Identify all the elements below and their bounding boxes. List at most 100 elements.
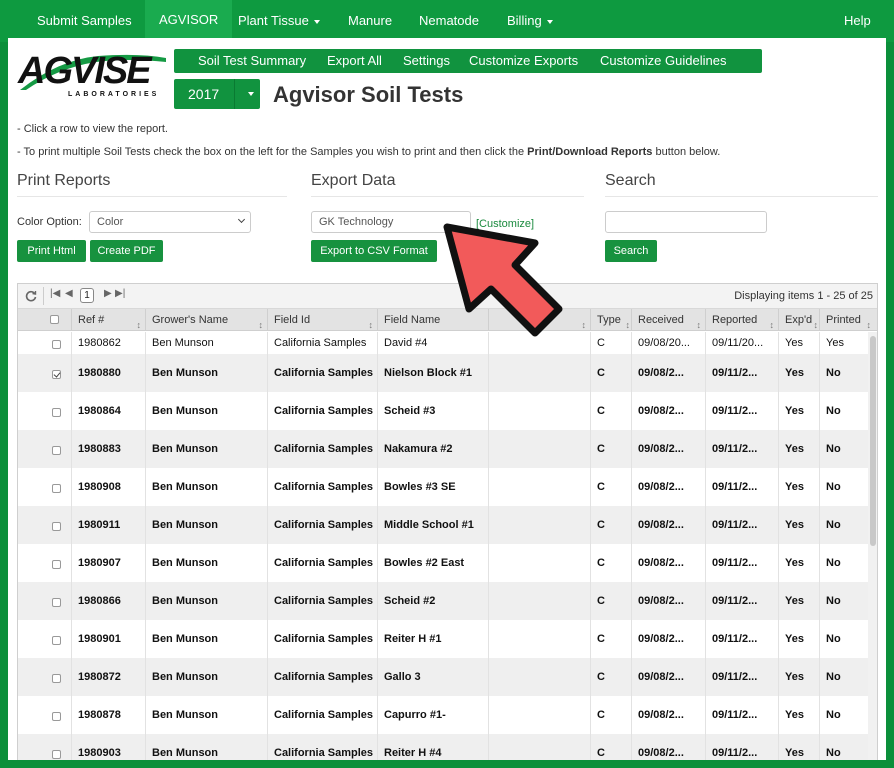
create-pdf-button[interactable]: Create PDF [90,240,163,262]
cell-empty [488,506,590,544]
row-checkbox[interactable] [52,407,61,417]
nav-manure[interactable]: Manure [348,0,392,42]
cell-empty [488,430,590,468]
row-checkbox[interactable] [52,521,61,531]
row-checkbox[interactable] [52,369,61,379]
table-row[interactable]: 1980911 Ben Munson California Samples Middl… [18,506,868,544]
next-page-icon[interactable]: ▶ [104,288,112,299]
cell-field-id: California Samples [267,696,377,734]
col-reported[interactable]: Reported ↕ [705,309,778,331]
sort-icon[interactable]: ↕ [137,314,142,331]
table-row[interactable]: 1980908 Ben Munson California Samples Bowle… [18,468,868,506]
cell-field-name: Middle School #1 [377,506,488,544]
nav-plant-tissue[interactable]: Plant Tissue [238,0,320,42]
subnav-soil-test-summary[interactable]: Soil Test Summary [198,49,306,73]
cell-type: C [590,506,631,544]
first-page-icon[interactable]: |◀ [50,288,60,299]
nav-agvisor[interactable]: AGVISOR [145,0,233,42]
subnav-export-all[interactable]: Export All [327,49,382,73]
row-checkbox[interactable] [52,559,61,569]
sort-icon[interactable]: ↕ [814,314,819,331]
table-row[interactable]: 1980883 Ben Munson California Samples Nakam… [18,430,868,468]
sort-icon[interactable]: ↕ [369,314,374,331]
export-csv-button[interactable]: Export to CSV Format [311,240,437,262]
print-html-button[interactable]: Print Html [17,240,86,262]
sort-icon[interactable]: ↕ [867,314,872,331]
scrollbar-thumb[interactable] [870,336,876,546]
table-row[interactable]: 1980901 Ben Munson California Samples Reite… [18,620,868,658]
cell-reported: 09/11/2... [705,620,778,658]
instruction-line-1: - Click a row to view the report. [17,123,168,135]
row-checkbox[interactable] [52,673,61,683]
cell-exported: Yes [778,620,819,658]
row-checkbox[interactable] [52,445,61,455]
chevron-down-icon[interactable] [248,92,254,96]
nav-billing[interactable]: Billing [507,0,553,42]
subnav-customize-exports[interactable]: Customize Exports [469,49,578,73]
cell-received: 09/08/2... [631,734,705,760]
col-field-id[interactable]: Field Id ↕ [267,309,377,331]
col-printed[interactable]: Printed ↕ [819,309,877,331]
cell-printed: No [819,430,868,468]
cell-reported: 09/11/2... [705,734,778,760]
cell-received: 09/08/2... [631,696,705,734]
row-checkbox[interactable] [52,635,61,645]
search-button[interactable]: Search [605,240,657,262]
col-ref[interactable]: Ref # ↕ [71,309,145,331]
instruction-text: - To print multiple Soil Tests check the… [17,146,528,158]
row-select-cell [18,658,71,696]
cell-field-name: Gallo 3 [377,658,488,696]
sort-icon[interactable]: ↕ [582,314,587,331]
cell-field-name: Bowles #2 East [377,544,488,582]
cell-received: 09/08/2... [631,354,705,392]
page-number-input[interactable]: 1 [80,288,94,303]
subnav-settings[interactable]: Settings [403,49,450,73]
table-row[interactable]: 1980878 Ben Munson California Samples Capur… [18,696,868,734]
cell-type: C [590,696,631,734]
row-select-cell [18,734,71,760]
sort-icon[interactable]: ↕ [770,314,775,331]
logo-wordmark: AGVISE [18,50,152,92]
row-checkbox[interactable] [52,339,61,349]
sort-icon[interactable]: ↕ [259,314,264,331]
select-all-checkbox[interactable] [50,315,59,324]
sort-icon[interactable]: ↕ [697,314,702,331]
year-selector[interactable]: 2017 [174,79,260,109]
table-row[interactable]: 1980872 Ben Munson California Samples Gallo… [18,658,868,696]
row-checkbox[interactable] [52,483,61,493]
table-row[interactable]: 1980907 Ben Munson California Samples Bowle… [18,544,868,582]
col-grower[interactable]: Grower's Name ↕ [145,309,267,331]
row-checkbox[interactable] [52,711,61,721]
cell-exported: Yes [778,430,819,468]
table-row[interactable]: 1980880 Ben Munson California Samples Niels… [18,354,868,392]
agvise-logo: AGVISE LABORATORIES [18,50,166,102]
cell-field-name: Scheid #2 [377,582,488,620]
row-checkbox[interactable] [52,749,61,759]
table-row[interactable]: 1980864 Ben Munson California Samples Schei… [18,392,868,430]
cell-grower: Ben Munson [145,506,267,544]
cell-printed: No [819,506,868,544]
cell-reported: 09/11/2... [705,468,778,506]
col-type[interactable]: Type ↕ [590,309,631,331]
nav-submit-samples[interactable]: Submit Samples [37,0,132,42]
col-exported[interactable]: Exp'd ↕ [778,309,819,331]
row-checkbox[interactable] [52,597,61,607]
prev-page-icon[interactable]: ◀ [65,288,73,299]
grid-scrollbar[interactable] [868,332,877,760]
sort-icon[interactable]: ↕ [626,314,631,331]
cell-received: 09/08/2... [631,392,705,430]
table-row[interactable]: 1980866 Ben Munson California Samples Schei… [18,582,868,620]
last-page-icon[interactable]: ▶| [115,288,125,299]
nav-nematode[interactable]: Nematode [419,0,479,42]
col-received[interactable]: Received ↕ [631,309,705,331]
table-row[interactable]: 1980903 Ben Munson California Samples Reite… [18,734,868,760]
cell-ref: 1980908 [71,468,145,506]
cell-exported: Yes [778,506,819,544]
nav-help[interactable]: Help [844,0,871,42]
color-option-select[interactable]: Color [89,211,251,233]
search-input[interactable] [605,211,767,233]
export-data-title: Export Data [311,172,584,197]
cell-ref: 1980883 [71,430,145,468]
refresh-icon[interactable] [24,289,38,303]
subnav-customize-guidelines[interactable]: Customize Guidelines [600,49,726,73]
